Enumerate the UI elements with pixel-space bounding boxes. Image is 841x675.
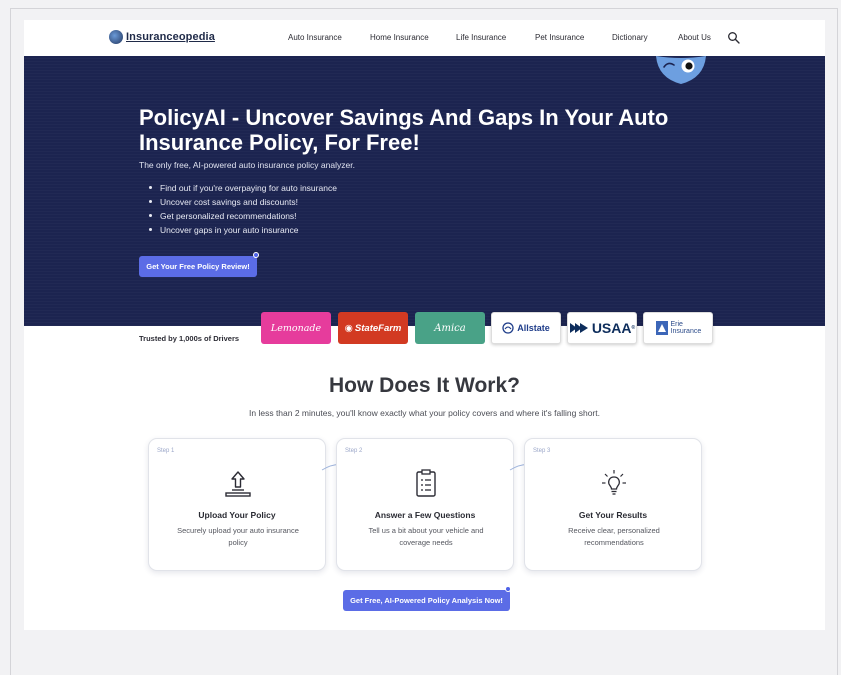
badge-dot bbox=[253, 252, 259, 258]
hero-section: PolicyAI - Uncover Savings And Gaps In Y… bbox=[24, 56, 825, 326]
list-item: Uncover cost savings and discounts! bbox=[147, 195, 337, 209]
step-title: Upload Your Policy bbox=[198, 510, 276, 520]
nav-link-life-insurance[interactable]: Life Insurance bbox=[456, 33, 506, 42]
hero-benefits-list: Find out if you're overpaying for auto i… bbox=[147, 181, 337, 237]
upload-icon bbox=[225, 471, 251, 497]
erie-insurance-logo: Erie Insurance bbox=[643, 312, 713, 344]
list-item: Get personalized recommendations! bbox=[147, 209, 337, 223]
usaa-logo: USAA ® bbox=[567, 312, 637, 344]
how-it-works-title: How Does It Work? bbox=[329, 374, 520, 397]
nav-link-about-us[interactable]: About Us bbox=[678, 33, 711, 42]
hero-title: PolicyAI - Uncover Savings And Gaps In Y… bbox=[139, 105, 669, 155]
nav-link-home-insurance[interactable]: Home Insurance bbox=[370, 33, 429, 42]
lightbulb-icon bbox=[602, 470, 626, 495]
statefarm-logo: ◉ StateFarm bbox=[338, 312, 408, 344]
policy-analysis-button[interactable]: Get Free, AI-Powered Policy Analysis Now… bbox=[343, 590, 510, 611]
free-policy-review-button[interactable]: Get Your Free Policy Review! bbox=[139, 256, 257, 277]
statefarm-ovals-icon: ◉ bbox=[344, 322, 353, 334]
step-card-results: Step 3 Get Your Results Receive clear, p… bbox=[524, 438, 702, 571]
step-number: Step 3 bbox=[533, 448, 551, 454]
step-title: Get Your Results bbox=[578, 510, 648, 520]
nav-link-pet-insurance[interactable]: Pet Insurance bbox=[535, 33, 584, 42]
search-icon[interactable] bbox=[727, 31, 741, 45]
page: Insuranceopedia Auto Insurance Home Insu… bbox=[24, 20, 825, 630]
step-card-upload: Step 1 Upload Your Policy Securely uploa… bbox=[148, 438, 326, 571]
nav-link-auto-insurance[interactable]: Auto Insurance bbox=[288, 33, 342, 42]
trusted-label: Trusted by 1,000s of Drivers bbox=[139, 334, 240, 343]
top-nav: Insuranceopedia Auto Insurance Home Insu… bbox=[24, 20, 825, 56]
amica-logo: Amica bbox=[415, 312, 485, 344]
step-number: Step 1 bbox=[157, 448, 175, 454]
step-description: Tell us a bit about your vehicle and cov… bbox=[368, 526, 484, 547]
step-description: Securely upload your auto insurance poli… bbox=[177, 526, 299, 547]
lemonade-logo: Lemonade bbox=[261, 312, 331, 344]
usaa-eagle-icon bbox=[569, 323, 588, 333]
clipboard-icon bbox=[416, 469, 436, 497]
erie-shield-icon bbox=[655, 321, 668, 335]
hero-subtitle: The only free, AI-powered auto insurance… bbox=[139, 160, 355, 170]
list-item: Find out if you're overpaying for auto i… bbox=[147, 181, 337, 195]
robot-mascot-icon bbox=[656, 56, 706, 84]
nav-link-dictionary[interactable]: Dictionary bbox=[612, 33, 648, 42]
site-logo[interactable]: Insuranceopedia bbox=[109, 30, 215, 44]
how-it-works-subtitle: In less than 2 minutes, you'll know exac… bbox=[249, 408, 600, 418]
step-description: Receive clear, personalized recommendati… bbox=[568, 526, 660, 547]
step-card-questions: Step 2 Answer a Few Questions Tell us a … bbox=[336, 438, 514, 571]
step-title: Answer a Few Questions bbox=[374, 510, 476, 520]
globe-icon bbox=[109, 30, 123, 44]
allstate-hands-icon bbox=[502, 322, 514, 334]
list-item: Uncover gaps in your auto insurance bbox=[147, 223, 337, 237]
step-number: Step 2 bbox=[345, 448, 363, 454]
badge-dot bbox=[505, 586, 511, 592]
allstate-logo: Allstate bbox=[491, 312, 561, 344]
logo-text: Insuranceopedia bbox=[126, 31, 215, 43]
